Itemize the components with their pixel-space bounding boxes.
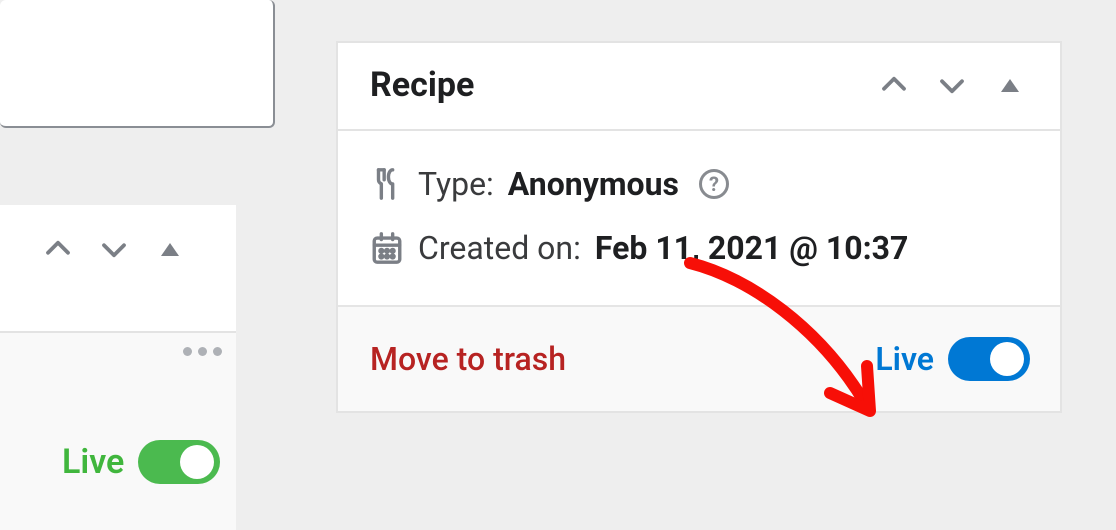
type-label: Type:: [418, 165, 494, 203]
panel-move-down-button[interactable]: [930, 63, 974, 107]
created-value: Feb 11, 2021 @ 10:37: [595, 229, 909, 267]
created-row: Created on: Feb 11, 2021 @ 10:37: [370, 217, 1028, 275]
type-value: Anonymous: [508, 165, 679, 203]
chevron-down-icon[interactable]: [92, 227, 136, 271]
chevron-up-icon[interactable]: [36, 227, 80, 271]
live-label: Live: [875, 340, 934, 378]
more-dots-icon[interactable]: [183, 347, 222, 356]
panel-body: Type: Anonymous ? Created on: Feb 11, 20…: [338, 131, 1060, 305]
calendar-icon: [370, 231, 404, 265]
panel-collapse-button[interactable]: [988, 63, 1032, 107]
type-row: Type: Anonymous ?: [370, 159, 1028, 217]
live-toggle-left[interactable]: [138, 440, 220, 484]
help-icon[interactable]: ?: [699, 169, 729, 199]
panel-title: Recipe: [370, 65, 474, 105]
utensils-icon: [370, 167, 404, 201]
left-partial-panel-mid: [0, 205, 236, 333]
live-toggle[interactable]: [948, 337, 1030, 381]
live-label-left: Live: [62, 442, 124, 482]
recipe-panel: Recipe: [336, 41, 1062, 413]
left-partial-panel-top: [0, 0, 275, 128]
collapse-triangle-icon[interactable]: [148, 227, 192, 271]
move-to-trash-link[interactable]: Move to trash: [370, 340, 566, 378]
created-label: Created on:: [418, 229, 581, 267]
panel-footer: Move to trash Live: [338, 305, 1060, 411]
left-partial-panel-footer: Live: [0, 333, 236, 530]
panel-move-up-button[interactable]: [872, 63, 916, 107]
panel-header: Recipe: [338, 43, 1060, 131]
